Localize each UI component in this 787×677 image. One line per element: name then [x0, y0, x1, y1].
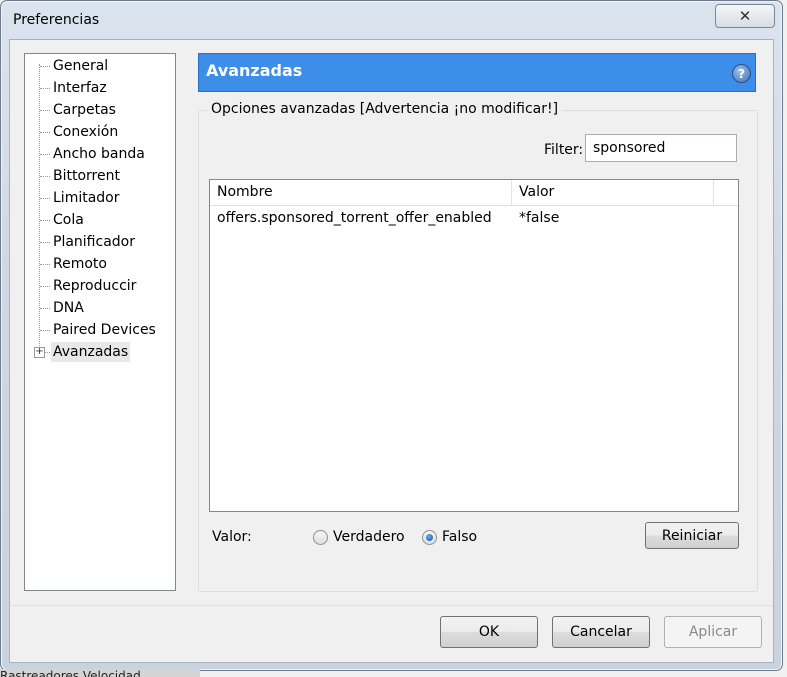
ok-button[interactable]: OK [440, 616, 538, 648]
radio-checked-icon [422, 529, 437, 545]
sidebar-item-limitador[interactable]: Limitador [51, 188, 122, 208]
valor-label: Valor: [212, 529, 252, 545]
sidebar-item-remoto[interactable]: Remoto [51, 254, 109, 274]
preferences-window: Preferencias ✕ General Interfaz Carpetas… [0, 0, 783, 671]
setting-value: *false [519, 210, 560, 226]
tree-connector [40, 110, 50, 111]
column-header-valor[interactable]: Valor [512, 180, 714, 205]
background-window-text: Rastreadores Velocidad [0, 669, 141, 677]
sidebar-item-reproduccir[interactable]: Reproduccir [51, 276, 138, 296]
sidebar-item-dna[interactable]: DNA [51, 298, 86, 318]
expand-icon[interactable]: + [34, 347, 45, 358]
tree-connector [40, 308, 50, 309]
tree-connector [40, 286, 50, 287]
background-window-strip: Rastreadores Velocidad [0, 669, 200, 677]
group-legend: Opciones avanzadas [Advertencia ¡no modi… [207, 101, 563, 117]
window-title: Preferencias [13, 12, 100, 28]
radio-verdadero[interactable]: Verdadero [313, 529, 405, 545]
radio-verdadero-label: Verdadero [333, 529, 405, 545]
sidebar-item-interfaz[interactable]: Interfaz [51, 78, 109, 98]
list-header: Nombre Valor [210, 180, 738, 206]
advanced-options-group: Opciones avanzadas [Advertencia ¡no modi… [198, 101, 758, 592]
sidebar-item-general[interactable]: General [51, 56, 110, 76]
tree-connector [40, 66, 50, 67]
sidebar-item-ancho-banda[interactable]: Ancho banda [51, 144, 147, 164]
tree-connector [40, 220, 50, 221]
tree-connector [40, 154, 50, 155]
cancel-button[interactable]: Cancelar [552, 616, 650, 648]
section-header: Avanzadas ? [198, 53, 756, 92]
setting-name: offers.sponsored_torrent_offer_enabled [217, 210, 492, 226]
apply-button[interactable]: Aplicar [664, 616, 762, 648]
tree-connector [40, 176, 50, 177]
sidebar-item-paired-devices[interactable]: Paired Devices [51, 320, 158, 340]
help-icon[interactable]: ? [732, 64, 751, 83]
table-row[interactable]: offers.sponsored_torrent_offer_enabled *… [210, 206, 738, 230]
sidebar-item-planificador[interactable]: Planificador [51, 232, 137, 252]
sidebar-item-avanzadas[interactable]: Avanzadas [51, 342, 131, 362]
sidebar-item-bittorrent[interactable]: Bittorrent [51, 166, 122, 186]
settings-list: Nombre Valor offers.sponsored_torrent_of… [209, 179, 739, 512]
sidebar-item-carpetas[interactable]: Carpetas [51, 100, 118, 120]
sidebar-item-cola[interactable]: Cola [51, 210, 86, 230]
tree-connector [40, 132, 50, 133]
category-tree: General Interfaz Carpetas Conexión Ancho… [24, 53, 176, 591]
radio-falso[interactable]: Falso [422, 529, 477, 545]
filter-label: Filter: [544, 142, 584, 158]
tree-connector [40, 264, 50, 265]
section-title: Avanzadas [206, 61, 303, 80]
tree-connector [40, 242, 50, 243]
column-header-nombre[interactable]: Nombre [210, 180, 512, 205]
dialog-client-area: General Interfaz Carpetas Conexión Ancho… [9, 39, 774, 663]
dialog-footer: OK Cancelar Aplicar [10, 606, 773, 662]
tree-connector [40, 88, 50, 89]
radio-unchecked-icon [313, 529, 328, 545]
tree-connector [40, 330, 50, 331]
sidebar-item-conexion[interactable]: Conexión [51, 122, 120, 142]
close-icon: ✕ [738, 7, 752, 25]
radio-falso-label: Falso [442, 529, 478, 545]
filter-input[interactable] [585, 134, 737, 162]
close-button[interactable]: ✕ [715, 4, 775, 28]
tree-connector [40, 198, 50, 199]
reset-button[interactable]: Reiniciar [645, 522, 739, 549]
